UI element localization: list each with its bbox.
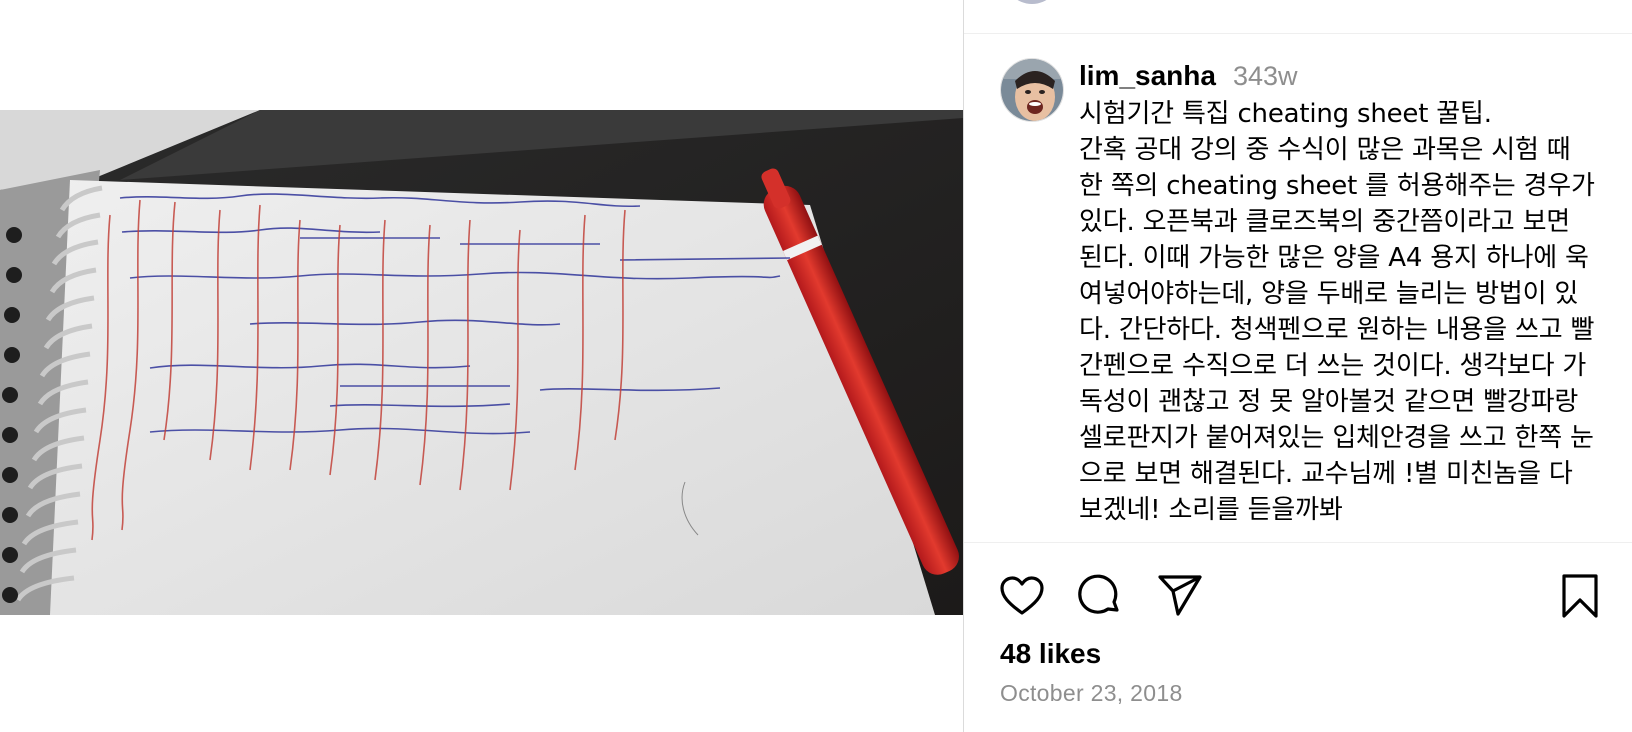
likes-count[interactable]: 48 likes [1000, 638, 1101, 670]
username-link[interactable]: lim_sanha [1079, 60, 1216, 92]
action-bar [996, 570, 1606, 622]
post-date[interactable]: October 23, 2018 [1000, 680, 1183, 707]
post-age[interactable]: 343w [1233, 61, 1298, 92]
like-button[interactable] [996, 570, 1048, 622]
notebook-photo [0, 110, 963, 615]
avatar[interactable] [1000, 58, 1064, 122]
comment-button[interactable] [1074, 570, 1126, 622]
caption-area[interactable]: lim_sanha 343w 시험기간 특집 cheating sheet 꿀팁… [964, 34, 1632, 542]
caption-text: 시험기간 특집 cheating sheet 꿀팁. 간혹 공대 강의 중 수식… [1079, 99, 1595, 525]
post-photo[interactable] [0, 110, 963, 615]
speech-bubble-icon [1078, 574, 1119, 614]
post-side-panel: lim_sanha 343w 시험기간 특집 cheating sheet 꿀팁… [963, 0, 1632, 732]
divider [964, 542, 1632, 543]
paper-plane-icon [1158, 575, 1202, 616]
heart-outline-icon [1000, 576, 1044, 615]
previous-avatar[interactable] [1004, 0, 1060, 4]
previous-comment-strip [964, 0, 1632, 34]
media-pane [0, 0, 963, 732]
profile-photo [1001, 59, 1063, 121]
caption-header: lim_sanha 343w [1079, 60, 1298, 92]
share-button[interactable] [1154, 570, 1206, 622]
save-button[interactable] [1554, 570, 1606, 622]
bookmark-outline-icon [1562, 574, 1598, 618]
